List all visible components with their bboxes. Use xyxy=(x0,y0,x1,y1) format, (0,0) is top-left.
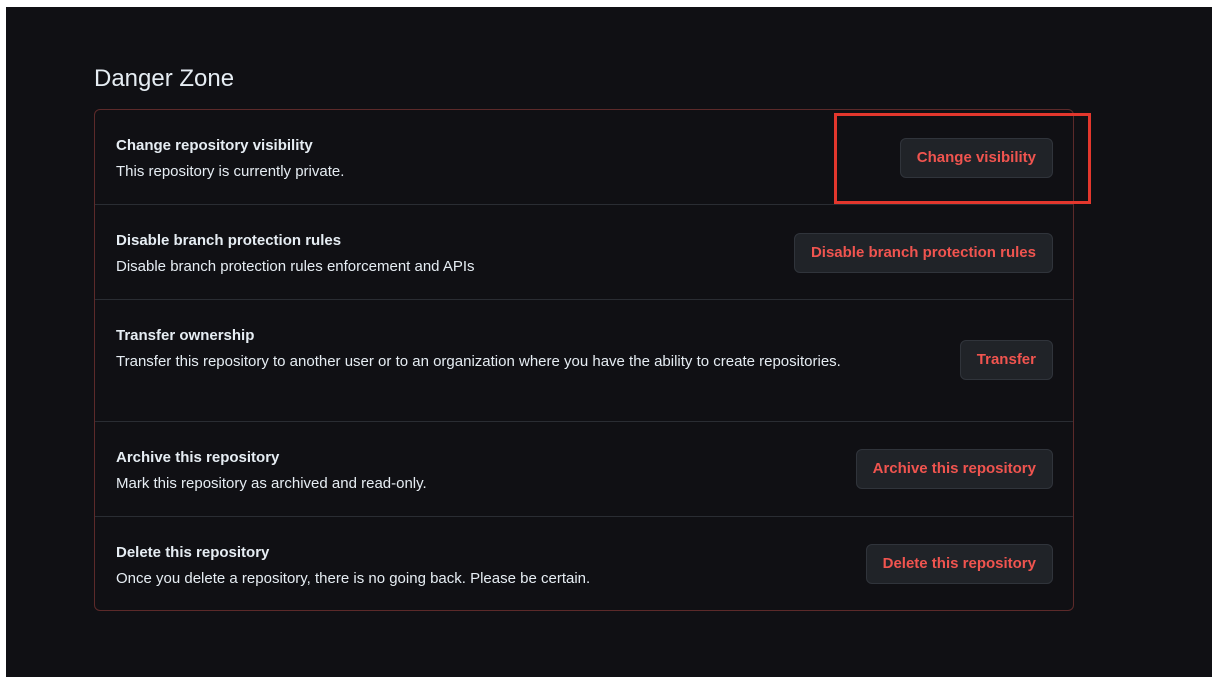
delete-repository-button[interactable]: Delete this repository xyxy=(865,544,1053,584)
row-delete-repository: Delete this repository Once you delete a… xyxy=(95,517,1073,610)
row-title: Disable branch protection rules xyxy=(116,232,342,249)
row-disable-branch-protection: Disable branch protection rules Disable … xyxy=(95,205,1073,300)
row-title: Archive this repository xyxy=(116,449,280,466)
disable-branch-protection-button[interactable]: Disable branch protection rules xyxy=(793,233,1053,273)
row-description: This repository is currently private. xyxy=(116,163,345,180)
row-description: Transfer this repository to another user… xyxy=(116,353,841,370)
row-title: Change repository visibility xyxy=(116,137,313,154)
transfer-button[interactable]: Transfer xyxy=(959,340,1053,380)
row-change-visibility: Change repository visibility This reposi… xyxy=(95,110,1073,205)
row-title: Transfer ownership xyxy=(116,327,255,344)
archive-repository-button[interactable]: Archive this repository xyxy=(855,449,1053,489)
row-archive-repository: Archive this repository Mark this reposi… xyxy=(95,422,1073,517)
row-description: Disable branch protection rules enforcem… xyxy=(116,258,475,275)
danger-zone-heading: Danger Zone xyxy=(94,65,235,92)
change-visibility-button[interactable]: Change visibility xyxy=(899,138,1053,178)
row-transfer-ownership: Transfer ownership Transfer this reposit… xyxy=(95,300,1073,422)
settings-screen: Danger Zone Change repository visibility… xyxy=(6,7,1212,677)
row-title: Delete this repository xyxy=(116,544,270,561)
row-description: Once you delete a repository, there is n… xyxy=(116,570,591,587)
danger-zone-box: Change repository visibility This reposi… xyxy=(94,109,1074,611)
row-description: Mark this repository as archived and rea… xyxy=(116,475,427,492)
